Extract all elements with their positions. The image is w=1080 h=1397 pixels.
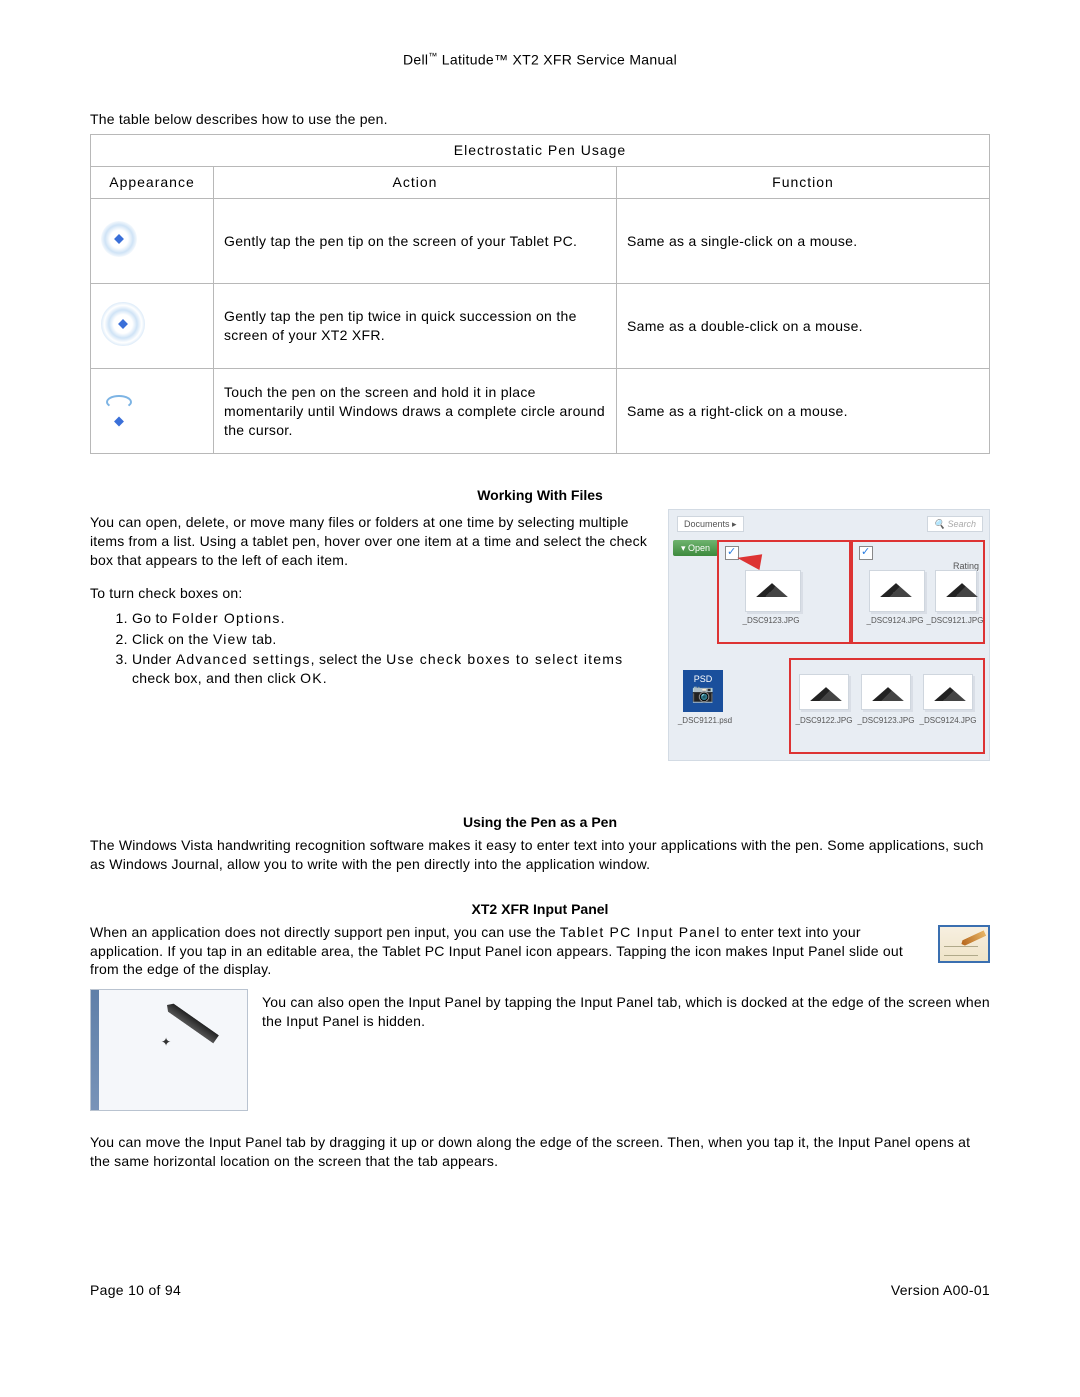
action-cell: Touch the pen on the screen and hold it … <box>214 369 617 454</box>
step-text: , select the <box>311 651 387 667</box>
file-name: _DSC9121.JPG <box>925 616 985 627</box>
step-term: Advanced settings <box>176 651 311 667</box>
ip-term: Tablet PC Input Panel <box>560 924 721 940</box>
open-label: Open <box>688 543 710 553</box>
hold-tap-icon <box>101 389 137 429</box>
file-thumb-icon <box>869 570 925 612</box>
input-panel-icon <box>938 925 990 963</box>
double-tap-icon <box>101 302 145 346</box>
table-header-row: Appearance Action Function <box>91 167 990 199</box>
file-thumb-icon <box>935 570 977 612</box>
file-thumb-icon <box>799 674 849 710</box>
step-term: Use check boxes to select items <box>386 651 623 667</box>
page-header: Dell™ Latitude™ XT2 XFR Service Manual <box>90 50 990 70</box>
sparkle-icon: ✦ <box>161 1034 171 1050</box>
col-appearance-header: Appearance <box>91 167 214 199</box>
col-action-header: Action <box>214 167 617 199</box>
hold-ring-icon <box>106 395 132 409</box>
file-name: _DSC9123.JPG <box>741 616 801 627</box>
hold-dot-icon <box>114 416 124 426</box>
file-name: _DSC9123.JPG <box>857 716 915 727</box>
product-name: Latitude™ XT2 XFR Service Manual <box>438 52 677 68</box>
appearance-cell <box>91 369 214 454</box>
input-panel-block: When an application does not directly su… <box>90 923 990 1171</box>
function-cell: Same as a right-click on a mouse. <box>617 369 990 454</box>
step-term: View <box>213 631 248 647</box>
file-thumb-icon <box>745 570 801 612</box>
function-cell: Same as a single-click on a mouse. <box>617 199 990 284</box>
file-thumb-icon <box>923 674 973 710</box>
function-cell: Same as a double-click on a mouse. <box>617 284 990 369</box>
input-panel-heading: XT2 XFR Input Panel <box>90 900 990 919</box>
brand: Dell <box>403 52 428 68</box>
input-panel-p3: You can move the Input Panel tab by drag… <box>90 1133 990 1171</box>
file-name: _DSC9124.JPG <box>865 616 925 627</box>
working-with-files-heading: Working With Files <box>90 486 990 505</box>
file-name: _DSC9122.JPG <box>795 716 853 727</box>
screen-edge-icon <box>91 990 99 1110</box>
using-pen-heading: Using the Pen as a Pen <box>90 813 990 832</box>
step-text: check box, and then click <box>132 670 300 686</box>
step-text: Go to <box>132 610 172 626</box>
input-panel-tab-image: ✦ <box>90 989 248 1111</box>
pen-usage-table: Electrostatic Pen Usage Appearance Actio… <box>90 134 990 454</box>
step-text: tab. <box>248 631 277 647</box>
single-tap-icon <box>101 221 137 257</box>
table-row: Gently tap the pen tip on the screen of … <box>91 199 990 284</box>
checkbox-icon <box>859 546 873 560</box>
tm: ™ <box>428 51 437 61</box>
stylus-icon <box>164 1001 219 1044</box>
search-placeholder: Search <box>947 519 976 529</box>
file-thumb-icon <box>861 674 911 710</box>
file-name: _DSC9124.JPG <box>919 716 977 727</box>
step-term: OK <box>300 670 323 686</box>
appearance-cell <box>91 284 214 369</box>
step-text: Under <box>132 651 176 667</box>
step-text: . <box>323 670 327 686</box>
psd-file-icon: PSD <box>683 670 723 712</box>
table-title-row: Electrostatic Pen Usage <box>91 135 990 167</box>
using-pen-paragraph: The Windows Vista handwriting recognitio… <box>90 836 990 874</box>
step-term: Folder Options <box>172 610 281 626</box>
explorer-screenshot: Documents ▸ 🔍 Search ▾ Open Rating PSD _… <box>668 509 990 761</box>
table-title: Electrostatic Pen Usage <box>91 135 990 167</box>
open-button: ▾ Open <box>673 540 718 556</box>
action-cell: Gently tap the pen tip twice in quick su… <box>214 284 617 369</box>
col-function-header: Function <box>617 167 990 199</box>
version-label: Version A00-01 <box>891 1281 990 1300</box>
input-panel-p1: When an application does not directly su… <box>90 923 990 980</box>
appearance-cell <box>91 199 214 284</box>
table-row: Touch the pen on the screen and hold it … <box>91 369 990 454</box>
search-box: 🔍 Search <box>927 516 983 532</box>
breadcrumb: Documents ▸ <box>677 516 744 532</box>
working-with-files-block: Documents ▸ 🔍 Search ▾ Open Rating PSD _… <box>90 509 990 761</box>
ip-text: When an application does not directly su… <box>90 924 560 940</box>
file-name: _DSC9121.psd <box>675 716 735 727</box>
step-text: . <box>281 610 285 626</box>
action-cell: Gently tap the pen tip on the screen of … <box>214 199 617 284</box>
step-text: Click on the <box>132 631 213 647</box>
table-row: Gently tap the pen tip twice in quick su… <box>91 284 990 369</box>
intro-text: The table below describes how to use the… <box>90 110 990 129</box>
page-number: Page 10 of 94 <box>90 1281 181 1300</box>
page-footer: Page 10 of 94 Version A00-01 <box>90 1281 990 1300</box>
